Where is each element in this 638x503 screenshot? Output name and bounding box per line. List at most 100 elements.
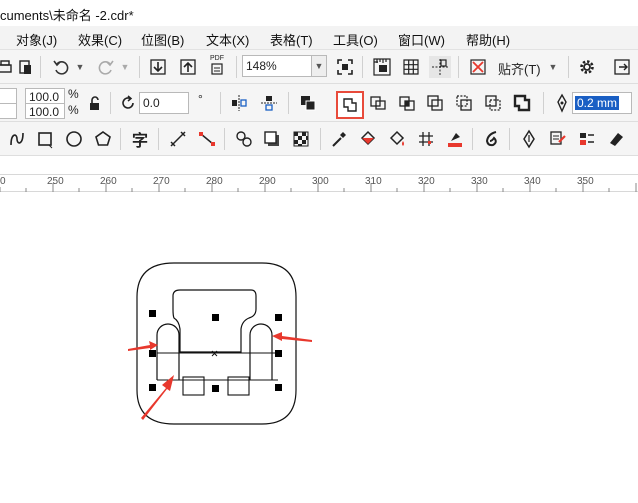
- scale-x-input[interactable]: 100.0: [25, 88, 65, 104]
- mirror-horizontal-icon[interactable]: [228, 92, 250, 114]
- ruler-label: 340: [524, 176, 541, 187]
- menu-item-effects[interactable]: 效果(C): [78, 30, 122, 49]
- interactive-fill-tool-icon[interactable]: [357, 128, 379, 150]
- separator: [40, 56, 41, 78]
- object-width-field[interactable]: [0, 88, 17, 104]
- launch-icon[interactable]: [611, 56, 633, 78]
- zoom-dropdown-icon[interactable]: ▼: [311, 55, 327, 77]
- separator: [288, 92, 289, 114]
- snap-dropdown-icon[interactable]: ▼: [545, 56, 561, 78]
- outline-width-value: 0.2 mm: [575, 96, 620, 110]
- outline-width-input[interactable]: 0.2 mm: [572, 92, 632, 114]
- undo-icon[interactable]: [50, 56, 72, 78]
- export-icon[interactable]: [177, 56, 199, 78]
- paste-icon[interactable]: [14, 56, 36, 78]
- eyedropper-tool-icon[interactable]: [328, 128, 350, 150]
- separator: [568, 56, 569, 78]
- drawing-canvas[interactable]: [0, 192, 638, 503]
- full-screen-icon[interactable]: [334, 56, 356, 78]
- pdf-label: PDF: [210, 55, 224, 62]
- options-gear-icon[interactable]: [576, 56, 598, 78]
- pen-nib-tool-icon[interactable]: [518, 128, 540, 150]
- selection-handle: [212, 385, 219, 392]
- selection-handle: [275, 384, 282, 391]
- separator: [220, 92, 221, 114]
- arrow-bottom-left: [141, 375, 174, 420]
- show-rulers-icon[interactable]: [371, 56, 393, 78]
- snap-off-icon[interactable]: [467, 56, 489, 78]
- rotation-angle-input[interactable]: 0.0: [139, 92, 189, 114]
- menu-item-text[interactable]: 文本(X): [206, 30, 249, 49]
- ruler-label: 250: [47, 176, 64, 187]
- left-u-shape: [156, 323, 180, 380]
- ruler-label: 320: [418, 176, 435, 187]
- fill-color-tool-icon[interactable]: [444, 128, 466, 150]
- separator: [110, 92, 111, 114]
- color-styles-icon[interactable]: [576, 128, 598, 150]
- menu-item-window[interactable]: 窗口(W): [398, 30, 445, 49]
- simplify-icon[interactable]: [424, 92, 446, 114]
- weld-icon[interactable]: [336, 91, 364, 119]
- ruler-label: 260: [100, 176, 117, 187]
- blend-tool-icon[interactable]: [233, 128, 255, 150]
- undo-dropdown-icon[interactable]: ▼: [72, 56, 88, 78]
- selection-handle: [149, 350, 156, 357]
- outline-pen-icon[interactable]: [551, 92, 573, 114]
- publish-pdf-icon[interactable]: PDF: [206, 54, 228, 76]
- front-minus-back-icon[interactable]: [453, 92, 475, 114]
- trim-icon[interactable]: [367, 92, 389, 114]
- rectangle-tool-icon[interactable]: [34, 128, 56, 150]
- scale-y-input[interactable]: 100.0: [25, 103, 65, 119]
- rotation-degree-symbol: °: [198, 92, 203, 106]
- connector-tool-icon[interactable]: [196, 128, 218, 150]
- selection-handle: [275, 314, 282, 321]
- combine-icon[interactable]: [297, 92, 319, 114]
- import-icon[interactable]: [147, 56, 169, 78]
- ruler-label: 300: [312, 176, 329, 187]
- back-minus-front-icon[interactable]: [482, 92, 504, 114]
- smart-fill-tool-icon[interactable]: [386, 128, 408, 150]
- zoom-level-input[interactable]: 148%: [242, 55, 312, 77]
- menu-item-tools[interactable]: 工具(O): [333, 30, 378, 49]
- scale-y-percent: %: [68, 103, 79, 117]
- menu-item-bitmaps[interactable]: 位图(B): [141, 30, 184, 49]
- rotate-icon[interactable]: [117, 92, 139, 114]
- menu-item-table[interactable]: 表格(T): [270, 30, 313, 49]
- drop-shadow-tool-icon[interactable]: [261, 128, 283, 150]
- object-properties-icon[interactable]: [547, 128, 569, 150]
- separator: [120, 128, 121, 150]
- selection-handle: [149, 310, 156, 317]
- show-guidelines-icon[interactable]: [429, 56, 451, 78]
- intersect-icon[interactable]: [396, 92, 418, 114]
- mirror-vertical-icon[interactable]: [258, 92, 280, 114]
- dimension-tool-icon[interactable]: [167, 128, 189, 150]
- redo-icon[interactable]: [95, 56, 117, 78]
- ellipse-tool-icon[interactable]: [63, 128, 85, 150]
- ruler-label: 290: [259, 176, 276, 187]
- text-tool-icon[interactable]: 字: [129, 128, 151, 150]
- eraser-tool-icon[interactable]: [605, 128, 627, 150]
- right-u-shape: [249, 323, 273, 380]
- lock-ratio-icon[interactable]: [84, 92, 106, 114]
- arrow-right-ushape: [272, 332, 312, 342]
- property-bar: 100.0 100.0 % % 0.0 ° 0.2 mm: [0, 84, 638, 122]
- selection-handle: [212, 314, 219, 321]
- polygon-tool-icon[interactable]: [92, 128, 114, 150]
- title-bar: cuments\未命名 -2.cdr*: [0, 0, 638, 26]
- menu-item-object[interactable]: 对象(J): [16, 30, 57, 49]
- selection-handle: [275, 350, 282, 357]
- transparency-tool-icon[interactable]: [290, 128, 312, 150]
- separator: [472, 128, 473, 150]
- menu-item-help[interactable]: 帮助(H): [466, 30, 510, 49]
- object-height-field[interactable]: [0, 103, 17, 119]
- artistic-media-tool-icon[interactable]: [481, 128, 503, 150]
- snap-to-label[interactable]: 贴齐(T): [498, 59, 541, 78]
- create-boundary-icon[interactable]: [511, 92, 533, 114]
- redo-dropdown-icon[interactable]: ▼: [117, 56, 133, 78]
- separator: [320, 128, 321, 150]
- mesh-fill-tool-icon[interactable]: [415, 128, 437, 150]
- bspline-tool-icon[interactable]: [6, 128, 28, 150]
- horizontal-ruler[interactable]: 0 250 260 270 280 290 300 310 320 330 34…: [0, 174, 638, 192]
- show-grid-icon[interactable]: [400, 56, 422, 78]
- ruler-label: 270: [153, 176, 170, 187]
